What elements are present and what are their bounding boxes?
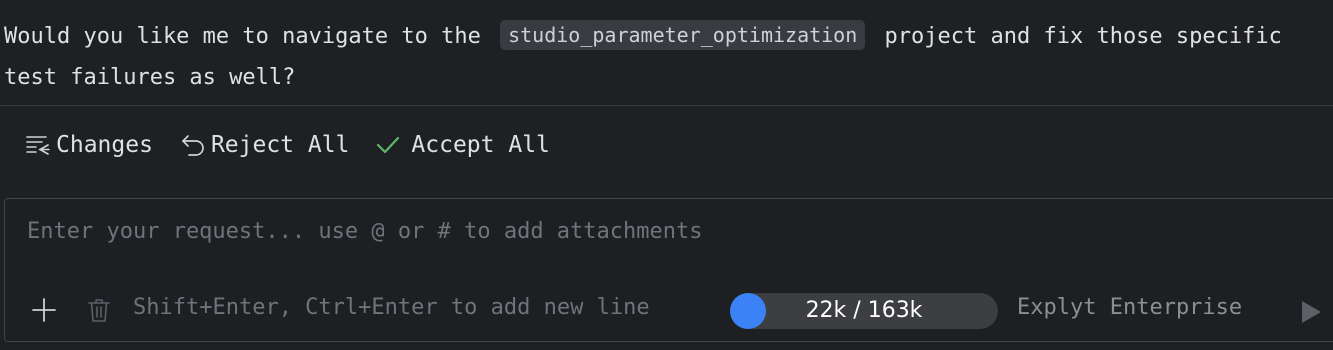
request-input-placeholder[interactable]: Enter your request... use @ or # to add … [27,219,703,244]
reject-all-button[interactable]: Reject All [179,131,349,159]
changes-list-icon [24,131,52,159]
code-chip-project-name: studio_parameter_optimization [500,20,866,50]
model-selector[interactable]: Explyt Enterprise [1017,295,1242,320]
accept-all-label: Accept All [411,132,550,158]
message-text-part1: Would you like me to navigate to the [4,24,495,49]
reject-all-label: Reject All [210,132,350,158]
changes-button[interactable]: Changes [24,131,153,159]
token-usage-label: 22k / 163k [805,298,923,323]
newline-hint: Shift+Enter, Ctrl+Enter to add new line [133,295,650,320]
checkmark-icon [375,132,401,158]
divider [0,105,1333,106]
assistant-message: Would you like me to navigate to the stu… [4,16,1324,98]
token-usage-indicator: 22k / 163k [730,293,998,329]
play-icon[interactable] [1299,299,1323,325]
request-input-box[interactable]: Enter your request... use @ or # to add … [4,198,1333,342]
undo-arrow-icon [179,131,207,159]
changes-toolbar: Changes Reject All Accept All [24,126,576,164]
input-bottom-bar: Shift+Enter, Ctrl+Enter to add new line … [5,291,1333,331]
plus-icon[interactable] [31,297,57,323]
accept-all-button[interactable]: Accept All [375,132,550,158]
changes-label: Changes [56,132,153,158]
trash-icon[interactable] [87,297,111,323]
